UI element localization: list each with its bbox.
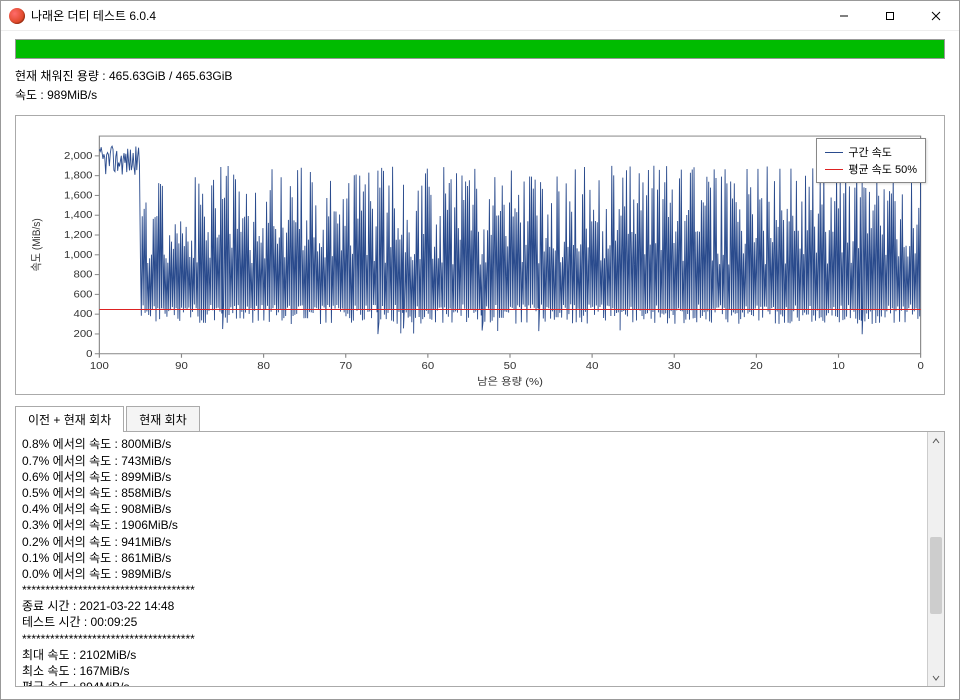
legend-series1: 구간 속도 [825, 144, 917, 160]
svg-text:200: 200 [74, 329, 93, 340]
svg-text:1,800: 1,800 [64, 171, 92, 182]
tab-label-1: 이전 + 현재 회차 [28, 413, 111, 427]
log-text[interactable]: 0.8% 에서의 속도 : 800MiB/s 0.7% 에서의 속도 : 743… [16, 432, 927, 686]
status-info: 현재 채워진 용량 : 465.63GiB / 465.63GiB 속도 : 9… [1, 65, 959, 111]
legend-label-1: 구간 속도 [848, 144, 892, 160]
chevron-up-icon [932, 437, 940, 445]
scroll-down-button[interactable] [928, 669, 944, 686]
svg-text:30: 30 [668, 361, 681, 372]
svg-text:0: 0 [86, 349, 92, 360]
speed-label: 속도 : [15, 88, 44, 102]
progress-bar [15, 39, 945, 59]
log-panel: 0.8% 에서의 속도 : 800MiB/s 0.7% 에서의 속도 : 743… [15, 431, 945, 687]
tab-current[interactable]: 현재 회차 [126, 406, 200, 432]
scroll-up-button[interactable] [928, 432, 944, 449]
speed-line: 속도 : 989MiB/s [15, 86, 945, 105]
title-bar: 나래온 더티 테스트 6.0.4 [1, 1, 959, 31]
log-tabs: 이전 + 현재 회차 현재 회차 [15, 405, 945, 431]
maximize-button[interactable] [867, 1, 913, 31]
speed-chart: 02004006008001,0001,2001,4001,6001,8002,… [22, 126, 932, 388]
svg-text:90: 90 [175, 361, 188, 372]
scroll-track[interactable] [928, 449, 944, 669]
svg-text:2,000: 2,000 [64, 151, 92, 162]
log-scrollbar[interactable] [927, 432, 944, 686]
window-controls [821, 1, 959, 31]
minimize-button[interactable] [821, 1, 867, 31]
svg-text:1,400: 1,400 [64, 210, 92, 221]
legend-swatch-blue [825, 152, 843, 153]
svg-text:0: 0 [917, 361, 923, 372]
svg-text:60: 60 [422, 361, 435, 372]
svg-text:20: 20 [750, 361, 763, 372]
app-icon [9, 8, 25, 24]
legend-swatch-red [825, 169, 843, 170]
svg-text:1,200: 1,200 [64, 230, 92, 241]
svg-text:남은 용량 (%): 남은 용량 (%) [477, 377, 543, 388]
speed-value: 989MiB/s [47, 88, 97, 102]
chevron-down-icon [932, 674, 940, 682]
tab-previous-current[interactable]: 이전 + 현재 회차 [15, 406, 124, 432]
filled-label: 현재 채워진 용량 : [15, 69, 106, 83]
tab-label-2: 현재 회차 [139, 413, 187, 427]
scroll-thumb[interactable] [930, 537, 942, 614]
svg-text:1,600: 1,600 [64, 190, 92, 201]
progress-container [1, 31, 959, 65]
svg-text:1,000: 1,000 [64, 250, 92, 261]
legend-label-2: 평균 속도 50% [848, 161, 917, 177]
close-icon [931, 11, 941, 21]
svg-text:800: 800 [74, 270, 93, 281]
svg-text:속도 (MiB/s): 속도 (MiB/s) [31, 219, 44, 272]
svg-text:70: 70 [339, 361, 352, 372]
chart-panel: 02004006008001,0001,2001,4001,6001,8002,… [15, 115, 945, 395]
minimize-icon [839, 11, 849, 21]
chart-legend: 구간 속도 평균 속도 50% [816, 138, 926, 183]
svg-text:40: 40 [586, 361, 599, 372]
close-button[interactable] [913, 1, 959, 31]
legend-series2: 평균 속도 50% [825, 161, 917, 177]
svg-text:400: 400 [74, 309, 93, 320]
window-title: 나래온 더티 테스트 6.0.4 [31, 7, 821, 24]
svg-text:50: 50 [504, 361, 517, 372]
svg-text:600: 600 [74, 289, 93, 300]
svg-text:80: 80 [257, 361, 270, 372]
filled-capacity-line: 현재 채워진 용량 : 465.63GiB / 465.63GiB [15, 67, 945, 86]
svg-text:10: 10 [832, 361, 845, 372]
maximize-icon [885, 11, 895, 21]
filled-value: 465.63GiB / 465.63GiB [109, 69, 232, 83]
svg-text:100: 100 [90, 361, 109, 372]
chart-area: 02004006008001,0001,2001,4001,6001,8002,… [22, 126, 932, 388]
